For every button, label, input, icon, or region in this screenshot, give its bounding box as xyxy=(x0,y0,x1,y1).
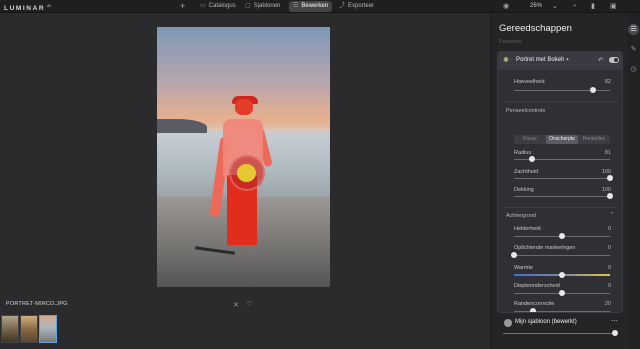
diepte-value: 0 xyxy=(607,283,611,289)
brush-mode-onscherpte[interactable]: Onscherpte xyxy=(546,135,578,144)
tab-bewerken[interactable]: ☰ Bewerken xyxy=(289,1,333,12)
top-toolbar: LUMINAR AI + ▭ Catalogus ▢ Sjablonen ☰ Bewer… xyxy=(0,0,640,13)
zachtheid-value: 100 xyxy=(601,169,611,175)
preset-amount-knob[interactable] xyxy=(612,330,618,336)
dekking-value: 100 xyxy=(601,187,611,193)
oplichtende-value: 0 xyxy=(607,245,611,251)
brush-cursor-center xyxy=(237,164,256,182)
fullscreen-icon[interactable]: ▣ xyxy=(610,1,617,12)
avatar xyxy=(504,319,512,327)
warmte-slider-knob[interactable] xyxy=(559,272,565,278)
background-section-title[interactable]: Achtergrond xyxy=(506,213,536,219)
filmstrip-thumb-1[interactable] xyxy=(1,315,19,343)
tool-visibility-toggle[interactable] xyxy=(609,57,619,63)
filmstrip-thumb-3[interactable] xyxy=(39,315,57,343)
tool-card-portrait-bokeh: ✺ Portret met Bokeh✦ ↶ Hoeveelheid 82 Pe… xyxy=(497,51,623,313)
preset-bar: Mijn sjabloon (bewerkt) ⋯ xyxy=(491,313,628,349)
tab-sjablonen[interactable]: ▢ Sjablonen xyxy=(241,1,284,12)
zachtheid-label: Zachtheid xyxy=(514,169,539,175)
divider xyxy=(504,207,618,208)
helderheid-value: 0 xyxy=(607,226,611,232)
collapse-chevron-icon[interactable]: ⌃ xyxy=(610,212,615,218)
filmstrip-filename: PORTRET-MIRCO.JPG xyxy=(6,301,68,307)
export-icon: ⤴ xyxy=(339,3,346,9)
helderheid-label: Helderheid xyxy=(514,226,541,232)
preset-name[interactable]: Mijn sjabloon (bewerkt) xyxy=(515,319,577,325)
tool-name: Portret met Bokeh✦ xyxy=(516,57,570,63)
reset-icon[interactable]: ↶ xyxy=(598,56,603,64)
more-icon[interactable]: ⋯ xyxy=(611,317,618,325)
oplichtende-slider-track[interactable] xyxy=(514,255,610,256)
zachtheid-slider-track[interactable] xyxy=(514,178,610,179)
warmte-label: Warmte xyxy=(514,265,534,271)
brush-mode-segmented-control: Focus Onscherpte Herstellen xyxy=(514,135,610,144)
compare-icon[interactable]: ▮ xyxy=(591,1,595,12)
history-clock-icon[interactable]: ◷ xyxy=(628,64,639,75)
right-rail: ☰ ✎ ◷ xyxy=(627,13,640,349)
history-icon[interactable]: ◔ xyxy=(572,1,576,12)
photo-canvas[interactable] xyxy=(157,27,330,287)
dekking-label: Dekking xyxy=(514,187,534,193)
dekking-slider-knob[interactable] xyxy=(607,193,613,199)
diepte-label: Diepteonderscheid xyxy=(514,283,560,289)
zachtheid-slider-knob[interactable] xyxy=(607,175,613,181)
mask-head xyxy=(235,99,253,115)
tab-catalogus[interactable]: ▭ Catalogus xyxy=(196,1,240,12)
radius-slider-knob[interactable] xyxy=(529,156,536,162)
zoom-chevron-icon[interactable]: ⌄ xyxy=(552,1,558,12)
radius-value: 81 xyxy=(604,150,611,156)
edit-icon: ☰ xyxy=(293,3,299,9)
panel-subtitle: Favorites xyxy=(499,39,522,45)
amount-value: 82 xyxy=(604,79,611,85)
helderheid-slider-knob[interactable] xyxy=(559,233,565,239)
photo-hill xyxy=(157,119,207,133)
catalog-icon: ▭ xyxy=(200,3,206,9)
filmstrip-thumb-2[interactable] xyxy=(20,315,38,343)
preview-eye-icon[interactable]: ◉ xyxy=(503,1,509,12)
app-logo: LUMINAR AI xyxy=(4,3,51,13)
templates-icon: ▢ xyxy=(245,3,251,9)
brush-mode-herstellen[interactable]: Herstellen xyxy=(578,135,610,144)
add-icon[interactable]: + xyxy=(180,1,185,11)
randen-label: Randencorrectie xyxy=(514,301,555,307)
zoom-level[interactable]: 26% xyxy=(530,1,542,12)
diepte-slider-knob[interactable] xyxy=(559,290,565,296)
divider xyxy=(504,101,618,102)
amount-slider-knob[interactable] xyxy=(589,87,596,93)
dekking-slider-track[interactable] xyxy=(514,196,610,197)
favorite-icon[interactable]: ♡ xyxy=(246,300,252,308)
randen-slider-track[interactable] xyxy=(514,311,610,312)
bokeh-tool-icon: ✺ xyxy=(503,57,509,64)
tools-panel: Gereedschappen Favorites ✺ Portret met B… xyxy=(490,13,628,349)
warmte-value: 0 xyxy=(607,265,611,271)
oplichtende-label: Oplichtende markeringen xyxy=(514,245,576,251)
radius-label: Radius xyxy=(514,150,532,156)
tab-exporteer[interactable]: ⤴ Exporteer xyxy=(335,1,378,12)
tools-sliders-icon[interactable]: ☰ xyxy=(628,24,639,35)
panel-title: Gereedschappen xyxy=(499,23,572,34)
preset-amount-track[interactable] xyxy=(503,333,615,334)
brush-section-title: Penseelcontrole xyxy=(506,108,546,114)
randen-value: 20 xyxy=(604,301,611,307)
amount-label: Hoeveelheid xyxy=(514,79,545,85)
luminar-window: LUMINAR AI + ▭ Catalogus ▢ Sjablonen ☰ Bewer… xyxy=(0,0,640,349)
brush-mode-focus[interactable]: Focus xyxy=(514,135,546,144)
reject-icon[interactable]: ✕ xyxy=(233,301,239,309)
brush-icon[interactable]: ✎ xyxy=(628,44,639,55)
ai-star-icon: ✦ xyxy=(565,57,570,63)
tool-header[interactable]: ✺ Portret met Bokeh✦ ↶ xyxy=(498,52,622,70)
oplichtende-slider-knob[interactable] xyxy=(511,252,517,258)
